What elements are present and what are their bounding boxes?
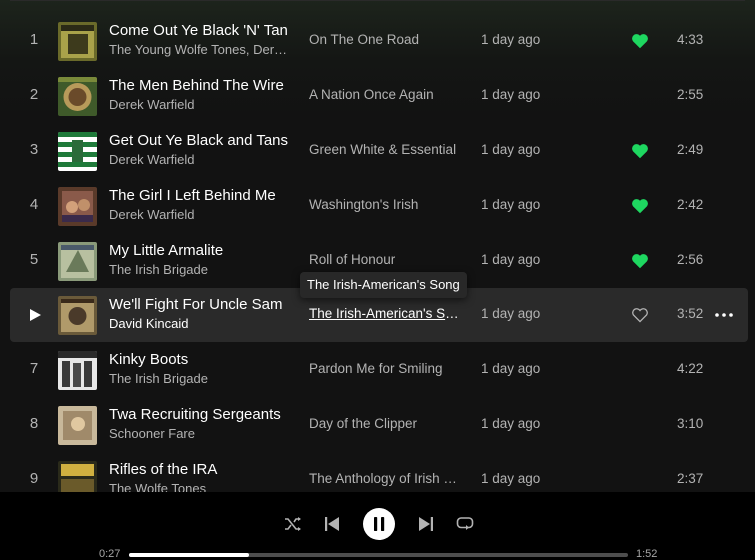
header-divider: [10, 0, 745, 1]
track-row[interactable]: 8 Twa Recruiting Sergeants Schooner Fare…: [10, 398, 748, 452]
album-art[interactable]: [58, 22, 97, 61]
track-artist[interactable]: Derek Warfield: [109, 152, 289, 167]
track-number: 5: [29, 251, 39, 268]
album-tooltip: The Irish-American's Song: [300, 272, 467, 298]
track-title[interactable]: Come Out Ye Black 'N' Tan: [109, 22, 289, 39]
album-art[interactable]: [58, 132, 97, 171]
track-duration: 4:33: [677, 32, 704, 47]
progress-fill: [129, 553, 249, 557]
track-number: 1: [29, 31, 39, 48]
track-number: 8: [29, 415, 39, 432]
track-duration: 2:56: [677, 252, 704, 267]
track-duration: 2:42: [677, 197, 704, 212]
track-artist[interactable]: Schooner Fare: [109, 426, 289, 441]
play-icon[interactable]: [28, 308, 42, 322]
track-title[interactable]: My Little Armalite: [109, 242, 289, 259]
track-artist[interactable]: The Young Wolfe Tones, Derek Warfield: [109, 42, 289, 57]
track-title[interactable]: Kinky Boots: [109, 351, 289, 368]
track-artist[interactable]: The Irish Brigade: [109, 262, 289, 277]
date-added: 1 day ago: [481, 87, 541, 102]
date-added: 1 day ago: [481, 252, 541, 267]
date-added: 1 day ago: [481, 306, 541, 321]
track-album[interactable]: The Irish-American's Song: [309, 306, 464, 321]
track-album[interactable]: The Anthology of Irish Rebel Songs: [309, 471, 464, 486]
album-art[interactable]: [58, 351, 97, 390]
album-art[interactable]: [58, 187, 97, 226]
album-art[interactable]: [58, 77, 97, 116]
track-row[interactable]: 7 Kinky Boots The Irish Brigade Pardon M…: [10, 343, 748, 397]
track-artist[interactable]: The Irish Brigade: [109, 371, 289, 386]
album-art[interactable]: [58, 461, 97, 492]
track-number: 7: [29, 360, 39, 377]
track-title[interactable]: Rifles of the IRA: [109, 461, 289, 478]
track-duration: 4:22: [677, 361, 704, 376]
track-row[interactable]: 9 Rifles of the IRA The Wolfe Tones The …: [10, 453, 748, 492]
heart-filled-icon[interactable]: [631, 143, 649, 159]
pause-button[interactable]: [363, 508, 395, 540]
track-title[interactable]: Twa Recruiting Sergeants: [109, 406, 289, 423]
track-artist[interactable]: David Kincaid: [109, 316, 289, 331]
skip-forward-icon[interactable]: [418, 516, 434, 532]
total-time: 1:52: [636, 548, 658, 560]
track-duration: 3:52: [677, 306, 704, 321]
track-album[interactable]: Green White & Essential: [309, 142, 464, 157]
track-duration: 2:37: [677, 471, 704, 486]
track-title[interactable]: The Men Behind The Wire: [109, 77, 289, 94]
track-number: 3: [29, 141, 39, 158]
album-art[interactable]: [58, 296, 97, 335]
heart-filled-icon[interactable]: [631, 33, 649, 49]
track-title[interactable]: We'll Fight For Uncle Sam: [109, 296, 289, 313]
track-duration: 2:55: [677, 87, 704, 102]
track-album[interactable]: Day of the Clipper: [309, 416, 464, 431]
track-duration: 2:49: [677, 142, 704, 157]
track-artist[interactable]: The Wolfe Tones: [109, 481, 289, 492]
track-album[interactable]: Washington's Irish: [309, 197, 464, 212]
album-art[interactable]: [58, 406, 97, 445]
heart-filled-icon[interactable]: [631, 253, 649, 269]
track-row[interactable]: 3 Get Out Ye Black and Tans Derek Warfie…: [10, 124, 748, 178]
track-album[interactable]: On The One Road: [309, 32, 464, 47]
album-art[interactable]: [58, 242, 97, 281]
tracklist: 1 Come Out Ye Black 'N' Tan The Young Wo…: [0, 0, 755, 492]
track-number: 2: [29, 86, 39, 103]
more-options-icon[interactable]: [713, 304, 735, 326]
track-number: 4: [29, 196, 39, 213]
player-bar: 0:27 1:52: [0, 492, 755, 560]
date-added: 1 day ago: [481, 361, 541, 376]
track-row[interactable]: 4 The Girl I Left Behind Me Derek Warfie…: [10, 179, 748, 233]
date-added: 1 day ago: [481, 142, 541, 157]
shuffle-icon[interactable]: [284, 516, 302, 532]
pause-icon: [374, 517, 385, 531]
progress-bar[interactable]: [129, 553, 628, 557]
heart-outline-icon[interactable]: [631, 307, 649, 323]
date-added: 1 day ago: [481, 471, 541, 486]
track-album[interactable]: A Nation Once Again: [309, 87, 464, 102]
track-album[interactable]: Roll of Honour: [309, 252, 464, 267]
track-title[interactable]: Get Out Ye Black and Tans: [109, 132, 289, 149]
track-duration: 3:10: [677, 416, 704, 431]
elapsed-time: 0:27: [99, 548, 121, 560]
heart-filled-icon[interactable]: [631, 198, 649, 214]
date-added: 1 day ago: [481, 197, 541, 212]
track-artist[interactable]: Derek Warfield: [109, 207, 289, 222]
track-title[interactable]: The Girl I Left Behind Me: [109, 187, 289, 204]
track-artist[interactable]: Derek Warfield: [109, 97, 289, 112]
date-added: 1 day ago: [481, 416, 541, 431]
repeat-icon[interactable]: [456, 515, 474, 532]
track-number: 9: [29, 470, 39, 487]
track-album[interactable]: Pardon Me for Smiling: [309, 361, 464, 376]
track-row[interactable]: 1 Come Out Ye Black 'N' Tan The Young Wo…: [10, 14, 748, 68]
date-added: 1 day ago: [481, 32, 541, 47]
track-row[interactable]: 2 The Men Behind The Wire Derek Warfield…: [10, 69, 748, 123]
skip-back-icon[interactable]: [324, 516, 340, 532]
